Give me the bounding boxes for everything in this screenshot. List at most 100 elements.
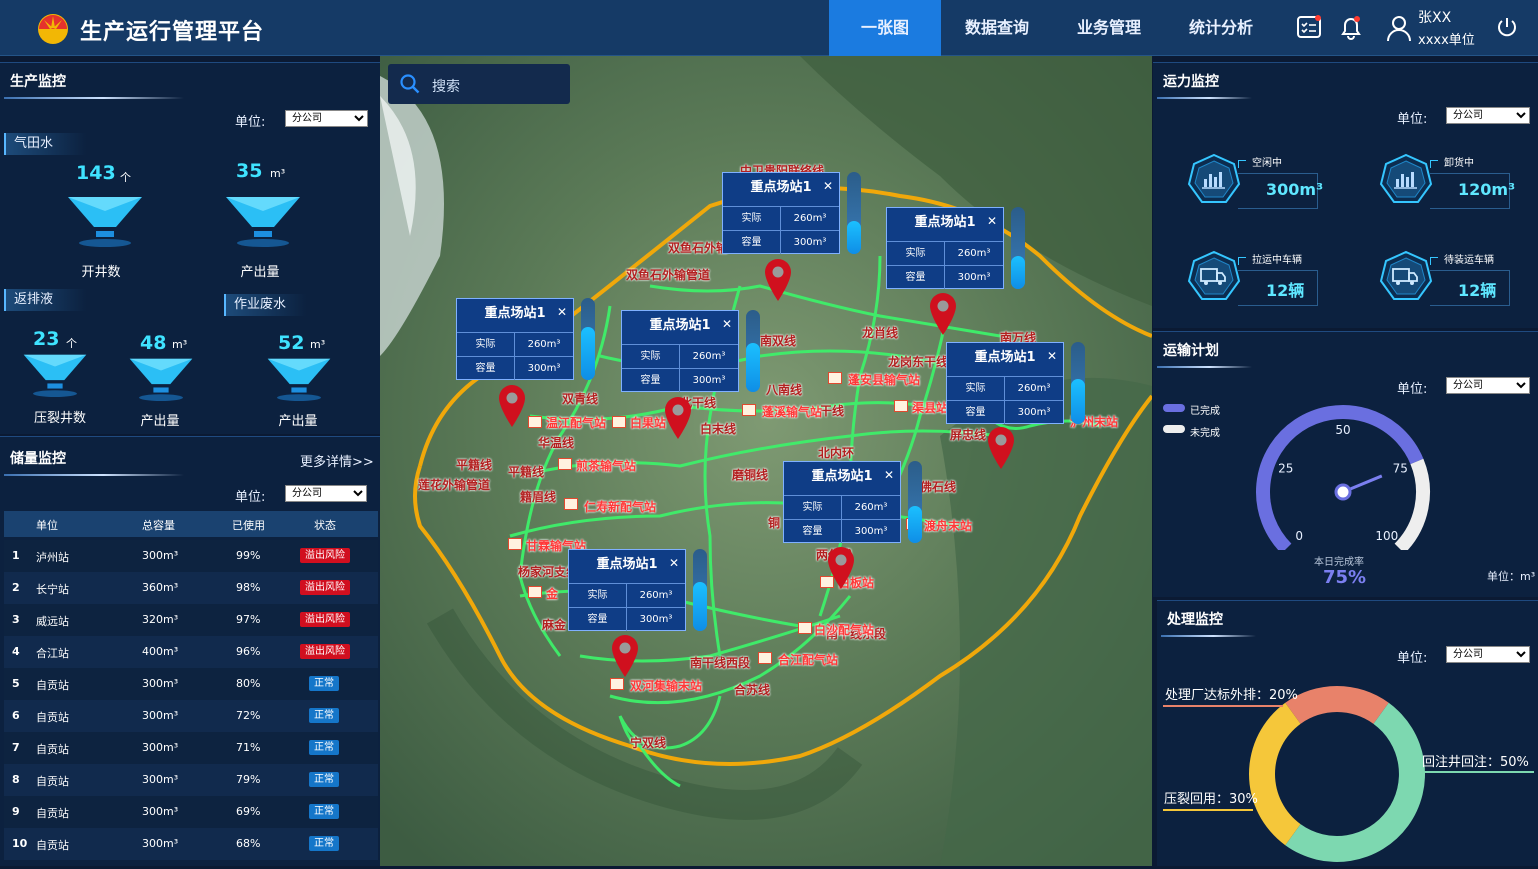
cell-capacity: 300m³: [142, 549, 179, 562]
user-avatar-icon[interactable]: [1385, 14, 1413, 42]
map-pin-icon[interactable]: [928, 292, 958, 336]
legend-label: 已完成: [1190, 406, 1220, 417]
station-label[interactable]: 温江配气站: [546, 414, 606, 431]
close-icon[interactable]: ✕: [823, 179, 833, 193]
panel-title: 运力监控: [1163, 74, 1219, 90]
station-label[interactable]: 煎茶输气站: [576, 457, 636, 474]
close-icon[interactable]: ✕: [987, 214, 997, 228]
popup-label: 实际: [457, 332, 515, 356]
top-bar: 生产运行管理平台 一张图 数据查询 业务管理 统计分析 张XX xxxx单位: [0, 0, 1538, 56]
capacity-card: 拉运中车辆 12辆: [1186, 249, 1318, 309]
popup-label: 实际: [622, 344, 680, 368]
donut-slice[interactable]: [1285, 702, 1425, 862]
task-list-icon[interactable]: [1296, 14, 1322, 40]
close-icon[interactable]: ✕: [722, 317, 732, 331]
station-popup: 重点场站1 ✕ 实际 260m³ 容量 300m³: [722, 172, 840, 254]
main-nav: 一张图 数据查询 业务管理 统计分析: [829, 0, 1277, 56]
close-icon[interactable]: ✕: [884, 468, 894, 482]
bell-icon[interactable]: [1338, 14, 1364, 40]
line-label: 南双线: [760, 334, 797, 348]
station-popup: 重点场站1 ✕ 实际 260m³ 容量 300m³: [456, 298, 574, 380]
map-pin-icon[interactable]: [663, 396, 693, 440]
station-label[interactable]: 仁寿新配气站: [584, 498, 656, 515]
map-pin-icon[interactable]: [763, 258, 793, 302]
unit-select[interactable]: 分公司: [285, 485, 367, 502]
chart-icon: [1379, 153, 1433, 203]
metric-unit: 个: [66, 337, 77, 350]
cell-used: 98%: [236, 581, 261, 594]
table-row[interactable]: 4 合江站 400m³ 96% 溢出风险: [4, 636, 378, 668]
level-bar-fill: [693, 582, 707, 631]
station-popup: 重点场站1 ✕ 实际 260m³ 容量 300m³: [946, 342, 1064, 424]
popup-title: 重点场站1: [974, 350, 1036, 365]
status-badge: 溢出风险: [300, 580, 350, 595]
map-pin-icon[interactable]: [610, 634, 640, 678]
table-row[interactable]: 2 长宁站 360m³ 98% 溢出风险: [4, 572, 378, 604]
card-label: 卸货中: [1444, 158, 1474, 169]
station-icon: [508, 538, 522, 550]
popup-title: 重点场站1: [484, 306, 546, 321]
line-label: 磨铜线: [732, 468, 769, 482]
station-label[interactable]: 双河集输末站: [630, 677, 702, 694]
nav-item-data-query[interactable]: 数据查询: [941, 0, 1053, 56]
popup-value: 300m³: [945, 265, 1003, 289]
status-badge: 正常: [309, 740, 339, 755]
station-label[interactable]: 渠县站: [912, 399, 948, 416]
panel-title: 运输计划: [1163, 343, 1219, 359]
search-input[interactable]: [388, 64, 570, 104]
unit-select[interactable]: 分公司: [1446, 107, 1530, 124]
table-row[interactable]: 5 自贡站 300m³ 80% 正常: [4, 668, 378, 700]
map-pin-icon[interactable]: [986, 426, 1016, 470]
capacity-card: 空闲中 300m³: [1186, 152, 1323, 212]
nav-item-business[interactable]: 业务管理: [1053, 0, 1165, 56]
table-row[interactable]: 3 威远站 320m³ 97% 溢出风险: [4, 604, 378, 636]
nav-item-map[interactable]: 一张图: [829, 0, 941, 56]
card-leader: [1430, 257, 1438, 265]
power-icon[interactable]: [1496, 16, 1518, 38]
panel-divider: [1157, 366, 1252, 368]
table-row[interactable]: 1 泸州站 300m³ 99% 溢出风险: [4, 540, 378, 572]
table-row[interactable]: 9 自贡站 300m³ 69% 正常: [4, 796, 378, 828]
chart-icon: [1187, 153, 1241, 203]
donut-slice[interactable]: [1249, 702, 1301, 846]
unit-select[interactable]: 分公司: [1446, 377, 1530, 394]
line-label: 籍眉线: [520, 490, 557, 504]
map-pin-icon[interactable]: [826, 546, 856, 590]
funnel-icon: [129, 358, 193, 401]
station-label[interactable]: 合江配气站: [778, 651, 838, 668]
unit-select[interactable]: 分公司: [1446, 646, 1530, 663]
station-label[interactable]: 渡舟末站: [924, 517, 972, 534]
table-row[interactable]: 7 自贡站 300m³ 71% 正常: [4, 732, 378, 764]
map-pin-icon[interactable]: [497, 384, 527, 428]
capacity-card: 卸货中 120m³: [1378, 152, 1515, 212]
row-index: 7: [12, 741, 20, 754]
donut-slice[interactable]: [1285, 686, 1389, 724]
table-row[interactable]: 8 自贡站 300m³ 79% 正常: [4, 764, 378, 796]
cell-unit: 自贡站: [36, 775, 69, 788]
cell-capacity: 360m³: [142, 581, 179, 594]
station-label[interactable]: 蓬溪输气站: [762, 403, 822, 420]
close-icon[interactable]: ✕: [1047, 349, 1057, 363]
nav-item-statistics[interactable]: 统计分析: [1165, 0, 1277, 56]
search-placeholder: 搜索: [432, 79, 460, 95]
close-icon[interactable]: ✕: [669, 556, 679, 570]
station-label[interactable]: 白果站: [630, 414, 666, 431]
popup-value: 260m³: [781, 206, 839, 230]
level-bar-fill: [1071, 379, 1085, 424]
close-icon[interactable]: ✕: [557, 305, 567, 319]
station-label[interactable]: 蓬安县输气站: [848, 371, 920, 388]
app-title: 生产运行管理平台: [80, 20, 265, 45]
more-details-link[interactable]: 更多详情>>: [300, 451, 374, 470]
table-row[interactable]: 6 自贡站 300m³ 72% 正常: [4, 700, 378, 732]
cell-capacity: 300m³: [142, 837, 179, 850]
cell-capacity: 300m³: [142, 677, 179, 690]
table-row[interactable]: 10 自贡站 300m³ 68% 正常: [4, 828, 378, 860]
level-bar-fill: [746, 343, 760, 392]
metric-unit: m³: [172, 338, 188, 351]
station-label[interactable]: 金: [546, 585, 558, 602]
status-badge: 正常: [309, 708, 339, 723]
legend-label: 未完成: [1190, 428, 1220, 439]
panel-title: 生产监控: [10, 74, 66, 90]
unit-select[interactable]: 分公司: [285, 110, 368, 127]
station-label[interactable]: 白沙配气站: [814, 621, 874, 638]
